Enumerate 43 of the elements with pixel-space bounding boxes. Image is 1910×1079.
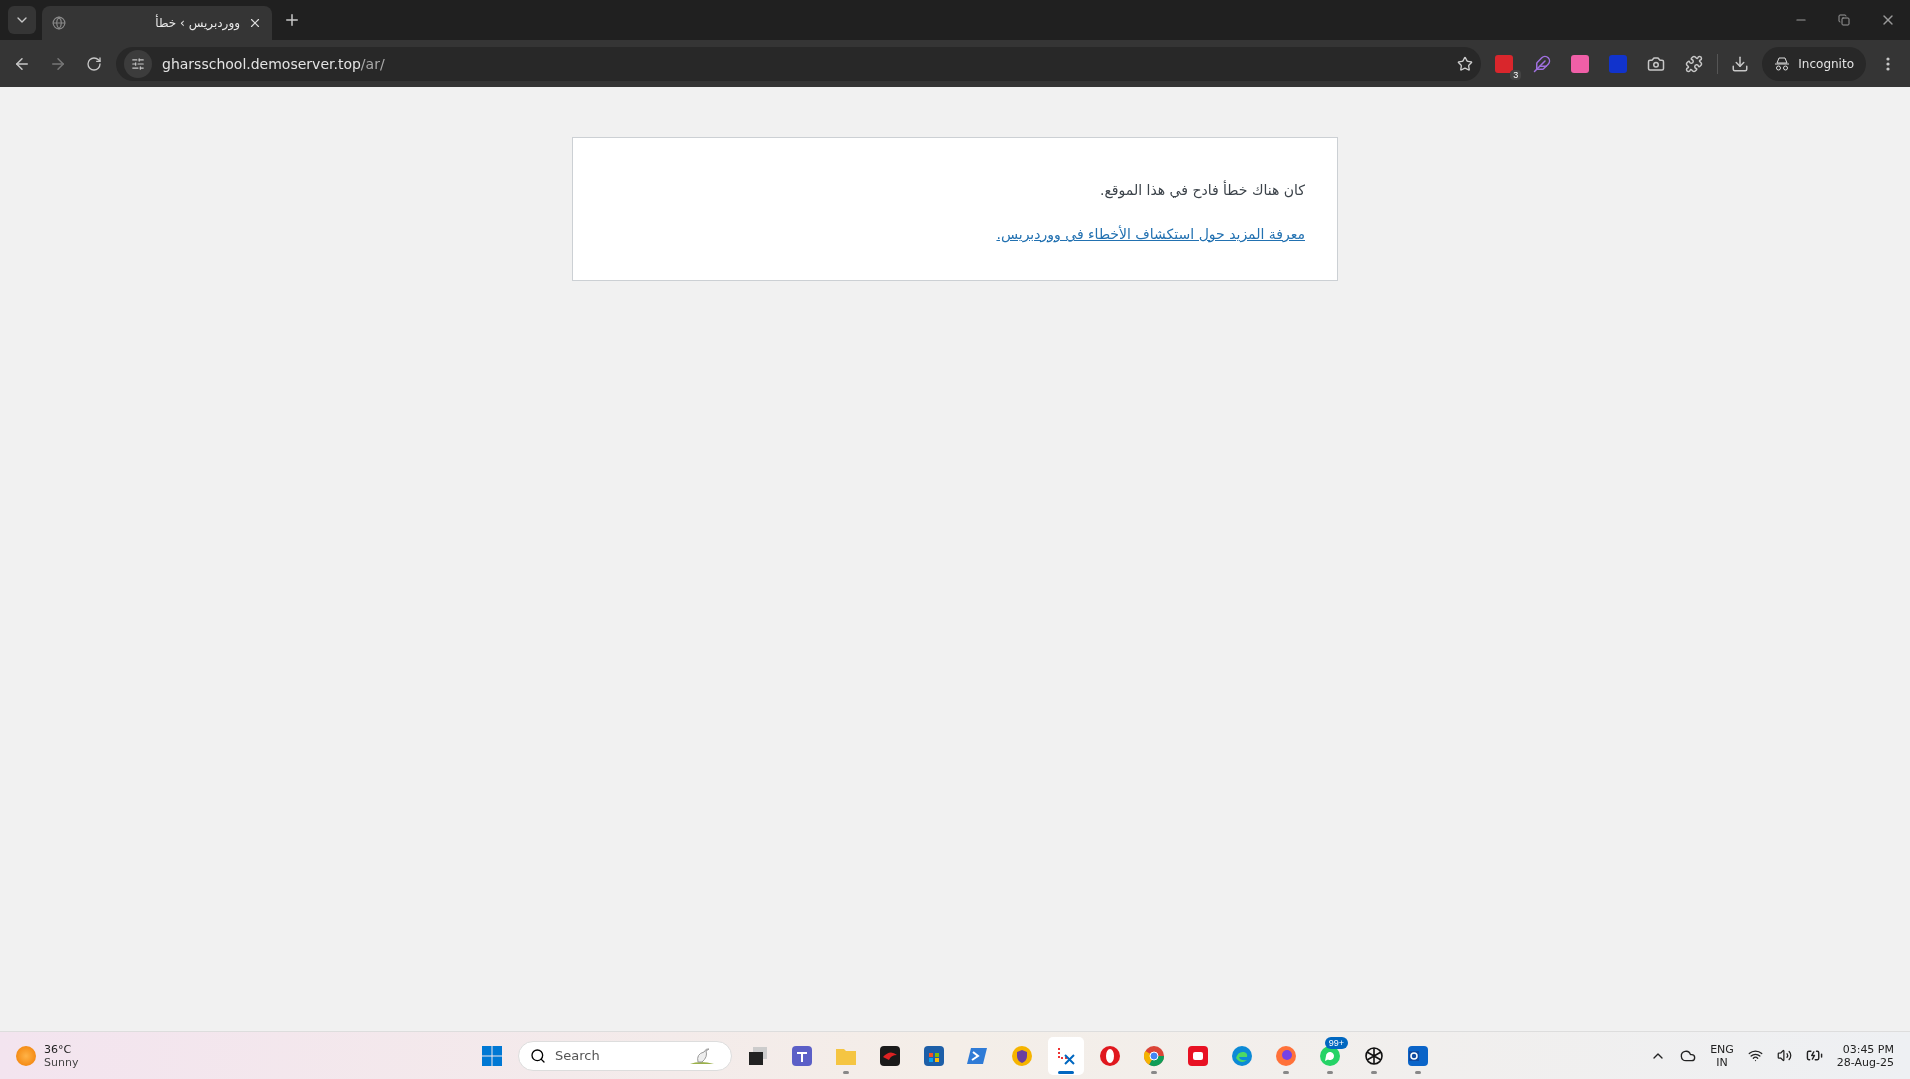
download-icon — [1731, 54, 1750, 73]
sliders-icon — [131, 56, 145, 71]
tab-title: ووردبريس › خطأ — [154, 16, 240, 30]
temperature-text: 36°C — [44, 1042, 73, 1056]
error-message: كان هناك خطأ فادح في هذا الموقع. — [1098, 182, 1305, 198]
globe-icon — [52, 16, 66, 30]
more-vertical-icon — [1886, 56, 1890, 71]
search-icon — [530, 1047, 546, 1064]
taskbar-app-button[interactable]: 99+ — [1312, 1036, 1348, 1075]
incognito-button[interactable]: Incognito — [1762, 46, 1866, 81]
reload-icon — [86, 55, 102, 72]
clock-date[interactable]: 28-Aug-25 — [1836, 1055, 1894, 1069]
help-link[interactable]: معرفة المزيد حول استكشاف الأخطاء في ووردبريس. — [996, 226, 1305, 242]
language-code[interactable]: ENG — [1710, 1042, 1734, 1056]
extension-icon — [1495, 54, 1514, 73]
notification-badge: 99+ — [1324, 1036, 1348, 1049]
close-icon[interactable] — [248, 16, 262, 30]
restore-icon[interactable] — [1838, 14, 1850, 26]
weather-condition: Sunny — [44, 1055, 79, 1069]
extension-button[interactable]: 3 — [1489, 49, 1520, 78]
site-settings-button[interactable] — [124, 49, 152, 78]
camera-icon — [1647, 54, 1666, 73]
sun-icon — [16, 1045, 36, 1066]
wifi-icon[interactable] — [1747, 1048, 1763, 1063]
extension-icon — [1609, 54, 1628, 73]
feather-icon — [1533, 54, 1552, 73]
knot-logo-icon — [1363, 1044, 1385, 1067]
url-text: gharsschool.demoserver.top/ar/ — [162, 55, 386, 72]
browser-tab[interactable]: ووردبريس › خطأ — [42, 6, 272, 40]
volume-icon[interactable] — [1776, 1048, 1792, 1063]
puzzle-icon — [1685, 54, 1704, 73]
clock-time[interactable]: 03:45 PM — [1842, 1042, 1894, 1056]
extension-badge: 3 — [1510, 69, 1522, 80]
incognito-icon — [1774, 56, 1791, 71]
bookmark-star-icon[interactable] — [1457, 55, 1474, 72]
search-field[interactable]: Search — [518, 1040, 732, 1071]
extension-icon — [1571, 54, 1590, 73]
language-region[interactable]: IN — [1716, 1055, 1728, 1069]
overlapping-windows-icon — [747, 1044, 769, 1067]
tab-search-button[interactable] — [8, 6, 36, 34]
windows-logo-icon — [482, 1045, 502, 1066]
address-bar[interactable]: gharsschool.demoserver.top/ar/ — [116, 46, 1482, 81]
plus-icon — [283, 11, 301, 29]
